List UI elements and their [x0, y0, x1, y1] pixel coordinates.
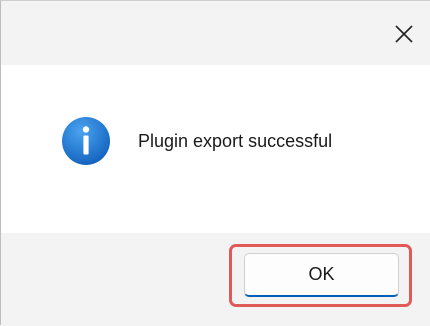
ok-button[interactable]: OK [244, 253, 399, 297]
dialog-message: Plugin export successful [138, 131, 333, 151]
title-bar [1, 1, 430, 65]
message-dialog: Plugin export successful OK [0, 0, 430, 326]
close-icon [395, 25, 413, 43]
close-button[interactable] [385, 15, 423, 53]
dialog-footer: OK [1, 233, 430, 326]
dialog-content: Plugin export successful [1, 65, 430, 233]
info-icon [62, 117, 110, 165]
